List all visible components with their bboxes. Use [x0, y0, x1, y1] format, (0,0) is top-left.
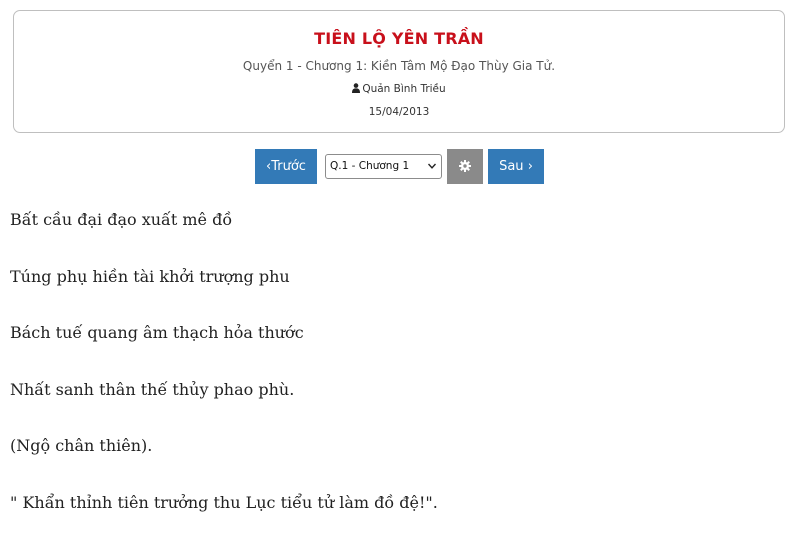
user-icon: [352, 83, 360, 93]
content-line: (Ngộ chân thiên).: [10, 435, 790, 492]
chapter-select[interactable]: Q.1 - Chương 1: [325, 154, 442, 179]
author: Quản Bình Triều: [14, 83, 784, 95]
prev-label: Trước: [271, 159, 306, 174]
next-chapter-button[interactable]: Sau ›: [488, 149, 544, 184]
chapter-title[interactable]: Quyển 1 - Chương 1: Kiền Tâm Mộ Đạo Thùy…: [14, 59, 784, 73]
story-info-box: TIÊN LỘ YÊN TRẦN Quyển 1 - Chương 1: Kiề…: [13, 10, 785, 133]
content-line: " Khẩn thỉnh tiên trưởng thu Lục tiểu tử…: [10, 492, 790, 548]
settings-button[interactable]: [447, 149, 483, 184]
content-line: Bất cầu đại đạo xuất mê đồ: [10, 209, 790, 266]
author-name[interactable]: Quản Bình Triều: [362, 83, 445, 95]
gear-icon: [459, 160, 471, 172]
content-line: Nhất sanh thân thế thủy phao phù.: [10, 379, 790, 436]
chapter-content: Bất cầu đại đạo xuất mê đồ Túng phụ hiền…: [10, 209, 790, 548]
content-line: Bách tuế quang âm thạch hỏa thước: [10, 322, 790, 379]
chapter-select-value: Q.1 - Chương 1: [330, 160, 409, 172]
chevron-right-icon: ›: [528, 149, 533, 184]
chevron-down-icon: [428, 163, 436, 169]
story-title[interactable]: TIÊN LỘ YÊN TRẦN: [14, 29, 784, 48]
prev-chapter-button[interactable]: ‹Trước: [255, 149, 317, 184]
next-label: Sau: [499, 159, 523, 174]
content-line: Túng phụ hiền tài khởi trượng phu: [10, 266, 790, 323]
post-date: 15/04/2013: [14, 106, 784, 118]
